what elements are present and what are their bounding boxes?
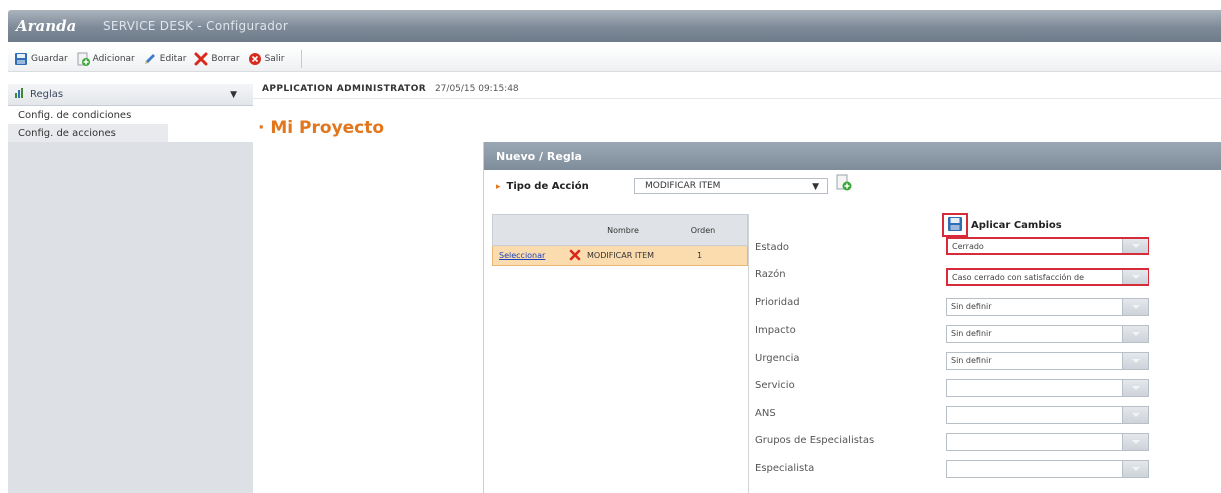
grid-header-name: Nombre [607, 225, 639, 235]
razon-select[interactable]: Caso cerrado con satisfacción de [946, 268, 1149, 286]
chevron-down-icon [1122, 434, 1148, 450]
grid-header-order: Orden [690, 225, 716, 235]
app-window: Aranda SERVICE DESK - Configurador Guard… [0, 0, 1221, 493]
add-label: Adicionar [92, 53, 135, 64]
action-type-select[interactable]: MODIFICAR ITEM ▼ [634, 178, 828, 194]
toolbar: Guardar Adicionar Editar Borrar Salir [8, 46, 1221, 72]
action-type-value: MODIFICAR ITEM [645, 181, 721, 191]
add-action-button[interactable] [836, 174, 852, 196]
delete-icon [194, 52, 208, 66]
rule-panel: Nuevo / Regla ▸ Tipo de Acción MODIFICAR… [483, 142, 1221, 493]
chevron-down-icon: ▼ [812, 182, 819, 192]
grupos-select[interactable] [946, 433, 1149, 451]
exit-icon [248, 52, 262, 66]
urgencia-value: Sin definir [951, 356, 992, 365]
impacto-select[interactable]: Sin definir [946, 325, 1149, 343]
razon-value: Caso cerrado con satisfacción de [952, 273, 1085, 282]
edit-icon [143, 52, 157, 66]
save-button[interactable]: Guardar [14, 52, 68, 66]
exit-label: Salir [264, 53, 285, 64]
ans-select[interactable] [946, 406, 1149, 424]
sidebar: Reglas ▼ Config. de condiciones Config. … [8, 84, 253, 493]
edit-button[interactable]: Editar [143, 52, 187, 66]
servicio-select[interactable] [946, 379, 1149, 397]
user-bar: APPLICATION ADMINISTRATOR 27/05/15 09:15… [262, 84, 519, 94]
prioridad-select[interactable]: Sin definir [946, 298, 1149, 316]
chevron-down-icon[interactable]: ▼ [230, 90, 237, 100]
panel-title: Nuevo / Regla [484, 142, 1221, 170]
title-bar: Aranda SERVICE DESK - Configurador [8, 10, 1221, 42]
prioridad-value: Sin definir [951, 302, 992, 311]
bullet-icon: ▸ [496, 181, 501, 192]
field-label-especialista: Especialista [755, 463, 815, 474]
field-label-grupos: Grupos de Especialistas [755, 435, 875, 446]
table-row: Seleccionar MODIFICAR ITEM 1 [492, 246, 748, 266]
field-label-prioridad: Prioridad [755, 297, 800, 308]
especialista-select[interactable] [946, 460, 1149, 478]
estado-value: Cerrado [952, 242, 984, 251]
chevron-down-icon [1122, 353, 1148, 369]
add-button[interactable]: Adicionar [76, 52, 135, 66]
user-timestamp: 27/05/15 09:15:48 [434, 84, 519, 94]
field-label-ans: ANS [755, 408, 776, 419]
exit-button[interactable]: Salir [248, 52, 285, 66]
save-label: Guardar [31, 53, 68, 64]
apply-save-button[interactable] [942, 213, 968, 237]
row-name: MODIFICAR ITEM [587, 251, 655, 260]
save-icon [14, 52, 28, 66]
urgencia-select[interactable]: Sin definir [946, 352, 1149, 370]
grid-header: Nombre Orden [492, 214, 748, 246]
chevron-down-icon [1122, 380, 1148, 396]
apply-changes: Aplicar Cambios [942, 213, 1062, 237]
field-label-impacto: Impacto [755, 325, 796, 336]
field-label-razon: Razón [755, 269, 786, 280]
row-order: 1 [697, 251, 703, 260]
apply-label: Aplicar Cambios [971, 219, 1062, 231]
sidebar-header-label: Reglas [30, 89, 64, 100]
actions-grid: Nombre Orden Seleccionar MODIFICAR ITEM … [492, 214, 748, 266]
field-label-estado: Estado [755, 242, 790, 253]
app-subtitle: SERVICE DESK - Configurador [103, 19, 289, 33]
impacto-value: Sin definir [951, 329, 992, 338]
field-label-servicio: Servicio [755, 380, 795, 391]
divider [253, 98, 1221, 99]
add-icon [76, 52, 90, 66]
estado-select[interactable]: Cerrado [946, 237, 1149, 255]
action-type-row: ▸ Tipo de Acción [496, 181, 589, 192]
project-title: Mi Proyecto [270, 118, 385, 138]
action-type-label: Tipo de Acción [506, 181, 589, 192]
chevron-down-icon [1122, 239, 1148, 253]
save-icon [947, 216, 963, 235]
sidebar-list: Config. de condiciones Config. de accion… [8, 106, 253, 142]
page-title: · Mi Proyecto [258, 118, 385, 138]
delete-label: Borrar [211, 53, 240, 64]
rules-icon [14, 87, 26, 102]
chevron-down-icon [1122, 407, 1148, 423]
chevron-down-icon [1122, 461, 1148, 477]
divider [748, 214, 749, 493]
sidebar-item-actions[interactable]: Config. de acciones [8, 124, 168, 142]
brand-logo: Aranda [16, 17, 77, 35]
sidebar-item-conditions[interactable]: Config. de condiciones [8, 106, 253, 124]
chevron-down-icon [1122, 326, 1148, 342]
sidebar-header[interactable]: Reglas ▼ [8, 84, 253, 106]
add-document-icon [836, 174, 852, 196]
chevron-down-icon [1122, 299, 1148, 315]
delete-icon[interactable] [569, 249, 587, 263]
toolbar-separator [300, 49, 302, 68]
user-name: APPLICATION ADMINISTRATOR [262, 84, 427, 94]
select-link[interactable]: Seleccionar [493, 251, 569, 260]
delete-button[interactable]: Borrar [194, 52, 240, 66]
field-label-urgencia: Urgencia [755, 353, 800, 364]
chevron-down-icon [1122, 270, 1148, 284]
edit-label: Editar [159, 53, 187, 64]
